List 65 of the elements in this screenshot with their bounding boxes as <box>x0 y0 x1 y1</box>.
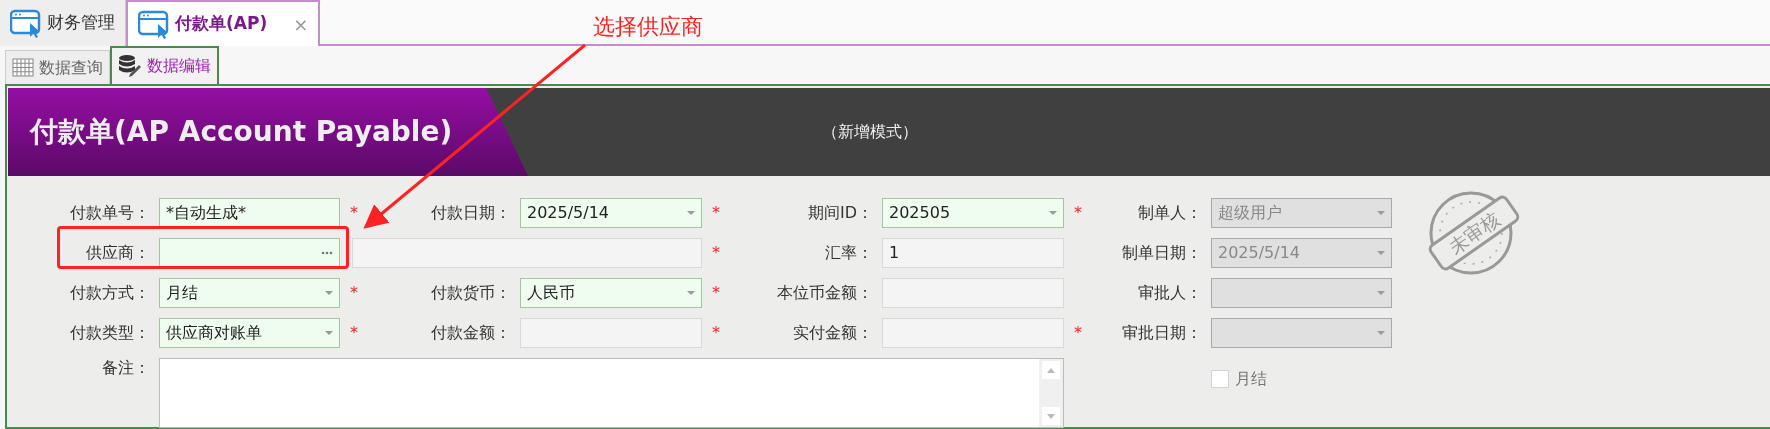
input-field[interactable] <box>352 238 702 268</box>
caret-icon <box>1377 331 1385 335</box>
field-label: 付款单号： <box>69 202 151 224</box>
field-label: 本位币金额： <box>776 282 874 304</box>
required-mark: * <box>711 282 720 304</box>
tab[interactable]: 财务管理 <box>0 0 126 46</box>
required-mark: * <box>711 242 720 264</box>
dropdown-field[interactable]: 月结 <box>159 278 340 308</box>
caret-icon <box>1377 211 1385 215</box>
tab[interactable]: 数据查询 <box>5 50 110 84</box>
dropdown-field[interactable]: 供应商对账单 <box>159 318 340 348</box>
dropdown-field[interactable]: 2025/5/14 <box>520 198 702 228</box>
form-title: 付款单(AP Account Payable) <box>8 88 528 176</box>
field-label: 审批人： <box>1137 282 1203 304</box>
caret-icon <box>687 211 695 215</box>
scrollbar[interactable] <box>1039 359 1063 427</box>
field-label: 备注： <box>101 357 151 379</box>
input-field[interactable] <box>159 238 340 268</box>
mode-label: （新增模式） <box>822 121 918 143</box>
scroll-down-icon <box>1042 407 1060 425</box>
required-mark: * <box>349 282 358 304</box>
dropdown-field[interactable]: 202505 <box>882 198 1064 228</box>
table-icon <box>12 57 34 78</box>
required-mark: * <box>349 202 358 224</box>
caret-icon <box>687 291 695 295</box>
input-field[interactable] <box>520 318 702 348</box>
caret-icon <box>1049 211 1057 215</box>
ellipsis-icon <box>321 251 333 255</box>
field-label: 审批日期： <box>1122 322 1203 344</box>
notes-field[interactable] <box>159 358 1064 428</box>
input-field[interactable]: 1 <box>882 238 1064 268</box>
caret-icon <box>325 331 333 335</box>
annotation-label: 选择供应商 <box>593 13 703 41</box>
tab[interactable]: 数据编辑 <box>110 46 219 84</box>
field-label: 制单日期： <box>1122 242 1203 264</box>
dropdown-field: 2025/5/14 <box>1211 238 1392 268</box>
required-mark: * <box>711 202 720 224</box>
window-icon <box>138 8 169 40</box>
dropdown-field: 超级用户 <box>1211 198 1392 228</box>
field-label: 付款日期： <box>430 202 512 224</box>
input-field[interactable]: *自动生成* <box>159 198 340 228</box>
field-label: 汇率： <box>824 242 874 264</box>
field-label: 付款金额： <box>430 322 512 344</box>
input-field[interactable] <box>882 318 1064 348</box>
caret-icon <box>325 291 333 295</box>
caret-icon <box>1377 251 1385 255</box>
dropdown-field[interactable]: 人民币 <box>520 278 702 308</box>
required-mark: * <box>349 322 358 344</box>
window-icon <box>10 7 41 39</box>
required-mark: * <box>711 322 720 344</box>
checkbox-label: 月结 <box>1235 368 1267 390</box>
field-label: 付款货币： <box>430 282 512 304</box>
database-icon <box>118 54 142 78</box>
required-mark: * <box>1073 202 1082 224</box>
field-label: 期间ID： <box>806 202 874 224</box>
field-label: 付款方式： <box>69 282 151 304</box>
field-label: 付款类型： <box>69 322 151 344</box>
input-field[interactable] <box>882 278 1064 308</box>
field-label: 制单人： <box>1137 202 1203 224</box>
required-mark: * <box>1073 322 1082 344</box>
field-label: 供应商： <box>85 242 151 264</box>
field-label: 实付金额： <box>792 322 874 344</box>
scroll-up-icon <box>1042 361 1060 379</box>
caret-icon <box>1377 291 1385 295</box>
tab[interactable]: 付款单(AP) × <box>126 0 321 46</box>
